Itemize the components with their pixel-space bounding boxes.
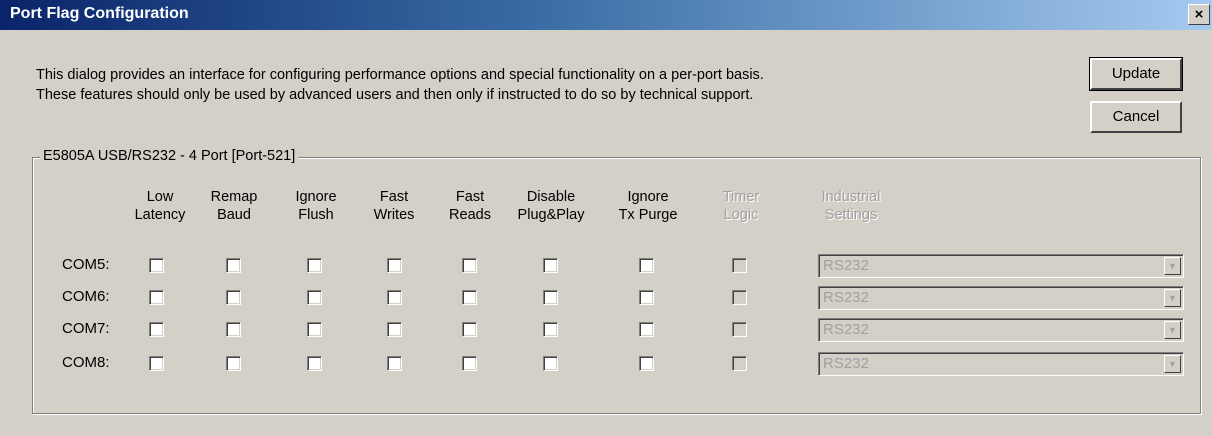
- column-header-line1: Ignore: [295, 189, 337, 205]
- update-button[interactable]: Update: [1089, 57, 1183, 91]
- checkbox[interactable]: [387, 290, 402, 305]
- checkbox: [732, 322, 747, 337]
- checkbox[interactable]: [639, 290, 654, 305]
- column-header-line2: Writes: [373, 207, 415, 223]
- industrial-settings-value: RS232: [823, 355, 869, 372]
- window-title: Port Flag Configuration: [10, 5, 189, 22]
- checkbox[interactable]: [149, 290, 164, 305]
- chevron-down-icon: ▼: [1164, 257, 1181, 275]
- column-header-line2: Flush: [298, 207, 334, 223]
- column-header: Remap Baud: [211, 188, 258, 224]
- checkbox: [732, 258, 747, 273]
- checkbox[interactable]: [387, 356, 402, 371]
- column-header: Disable Plug&Play: [518, 188, 585, 224]
- checkbox: [732, 356, 747, 371]
- column-header-line1: Fast: [455, 189, 485, 205]
- port-label: COM5:: [62, 256, 110, 273]
- checkbox[interactable]: [543, 290, 558, 305]
- column-header: Low Latency: [135, 188, 186, 224]
- column-header-line1: Fast: [379, 189, 409, 205]
- column-header-line2: Reads: [449, 207, 491, 223]
- industrial-settings-value: RS232: [823, 257, 869, 274]
- column-header-line1: Ignore: [627, 189, 669, 205]
- description: This dialog provides an interface for co…: [36, 65, 764, 105]
- checkbox[interactable]: [387, 258, 402, 273]
- port-label: COM7:: [62, 320, 110, 337]
- column-header-line2: Baud: [217, 207, 251, 223]
- checkbox[interactable]: [307, 258, 322, 273]
- checkbox[interactable]: [149, 356, 164, 371]
- checkbox[interactable]: [462, 322, 477, 337]
- checkbox[interactable]: [543, 258, 558, 273]
- checkbox[interactable]: [307, 290, 322, 305]
- description-line-2: These features should only be used by ad…: [36, 87, 754, 103]
- industrial-settings-value: RS232: [823, 321, 869, 338]
- column-header: Ignore Flush: [295, 188, 336, 224]
- checkbox[interactable]: [462, 356, 477, 371]
- column-header-line2: Latency: [134, 207, 186, 223]
- port-label: COM8:: [62, 354, 110, 371]
- checkbox[interactable]: [149, 258, 164, 273]
- industrial-settings-select: RS232 ▼: [818, 286, 1184, 310]
- checkbox: [732, 290, 747, 305]
- checkbox[interactable]: [387, 322, 402, 337]
- checkbox[interactable]: [462, 290, 477, 305]
- checkbox[interactable]: [543, 322, 558, 337]
- cancel-button[interactable]: Cancel: [1090, 101, 1182, 133]
- column-header-line2: Logic: [723, 207, 759, 223]
- column-header: Timer Logic: [723, 188, 760, 224]
- chevron-down-icon: ▼: [1164, 321, 1181, 339]
- industrial-settings-value: RS232: [823, 289, 869, 306]
- checkbox[interactable]: [149, 322, 164, 337]
- checkbox[interactable]: [462, 258, 477, 273]
- checkbox[interactable]: [307, 322, 322, 337]
- checkbox[interactable]: [543, 356, 558, 371]
- chevron-down-icon: ▼: [1164, 355, 1181, 373]
- column-header-line1: Industrial: [821, 189, 881, 205]
- group-label: E5805A USB/RS232 - 4 Port [Port-521]: [40, 148, 299, 164]
- title-bar: Port Flag Configuration ×: [0, 0, 1212, 30]
- column-header-line1: Timer: [722, 189, 760, 205]
- checkbox[interactable]: [226, 258, 241, 273]
- column-header-line1: Remap: [210, 189, 258, 205]
- column-header: Industrial Settings: [822, 188, 881, 224]
- checkbox[interactable]: [226, 322, 241, 337]
- checkbox[interactable]: [639, 322, 654, 337]
- checkbox[interactable]: [307, 356, 322, 371]
- industrial-settings-select: RS232 ▼: [818, 352, 1184, 376]
- column-header: Fast Reads: [449, 188, 491, 224]
- column-header: Ignore Tx Purge: [619, 188, 678, 224]
- close-button[interactable]: ×: [1188, 4, 1210, 25]
- industrial-settings-select: RS232 ▼: [818, 318, 1184, 342]
- column-header-line2: Plug&Play: [517, 207, 585, 223]
- column-header-line2: Settings: [824, 207, 878, 223]
- checkbox[interactable]: [226, 290, 241, 305]
- chevron-down-icon: ▼: [1164, 289, 1181, 307]
- checkbox[interactable]: [639, 258, 654, 273]
- column-header: Fast Writes: [374, 188, 415, 224]
- checkbox[interactable]: [226, 356, 241, 371]
- description-line-1: This dialog provides an interface for co…: [36, 67, 764, 83]
- checkbox[interactable]: [639, 356, 654, 371]
- column-header-line2: Tx Purge: [618, 207, 678, 223]
- industrial-settings-select: RS232 ▼: [818, 254, 1184, 278]
- column-header-line1: Low: [146, 189, 174, 205]
- column-header-line1: Disable: [526, 189, 576, 205]
- port-label: COM6:: [62, 288, 110, 305]
